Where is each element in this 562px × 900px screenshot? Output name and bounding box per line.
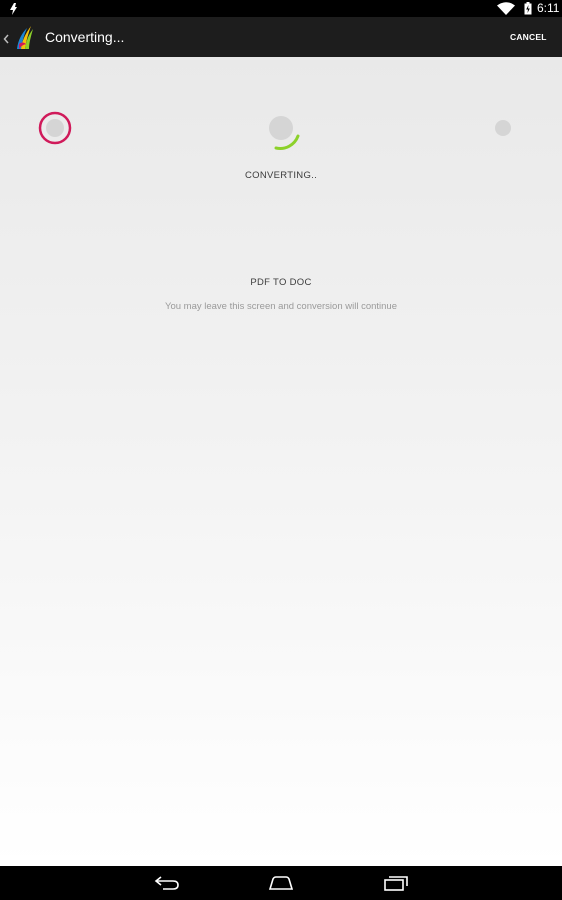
conversion-panel: CONVERTING.. PDF TO DOC You may leave th… [0, 57, 562, 866]
clock: 6:11 [537, 1, 560, 15]
back-button[interactable] [137, 866, 197, 900]
cancel-button[interactable]: CANCEL [510, 29, 562, 45]
conversion-status: CONVERTING.. [244, 170, 318, 181]
status-bar: 6:11 [0, 0, 562, 17]
recents-button[interactable] [366, 866, 426, 900]
page-title: Converting... [45, 29, 125, 45]
app-logo-icon [15, 25, 35, 54]
home-button[interactable] [251, 866, 311, 900]
navigation-bar [0, 866, 562, 900]
target-step-indicator [494, 119, 512, 142]
source-step-indicator [38, 111, 72, 150]
action-bar: Converting... CANCEL [0, 17, 562, 57]
chevron-left-icon [3, 31, 9, 49]
up-button[interactable] [0, 17, 40, 57]
conversion-type: PDF TO DOC [250, 277, 312, 288]
progress-spinner [266, 115, 302, 158]
conversion-info: You may leave this screen and conversion… [164, 301, 397, 312]
